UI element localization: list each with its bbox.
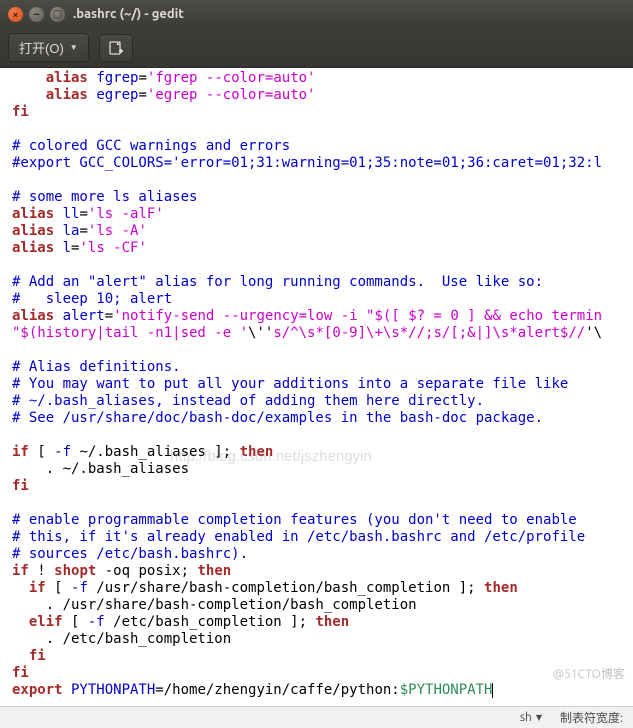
text: . /etc/bash_completion: [12, 631, 231, 647]
keyword: fi: [12, 104, 29, 120]
keyword: then: [197, 563, 231, 579]
string: 'notify-send --urgency=low -i "$([ $? = …: [113, 308, 602, 324]
comment: # sources /etc/bash.bashrc).: [12, 546, 248, 562]
text: '\: [585, 325, 602, 341]
keyword: fi: [12, 648, 46, 664]
text: =/home/zhengyin/caffe/python:: [155, 682, 399, 698]
text: !: [29, 563, 54, 579]
keyword: if: [12, 444, 29, 460]
identifier: egrep: [96, 87, 138, 103]
flag: -f: [54, 444, 71, 460]
text: ~/.bash_aliases ];: [71, 444, 240, 460]
comment: # this, if it's already enabled in /etc/…: [12, 529, 585, 545]
comment: # Add an "alert" alias for long running …: [12, 274, 543, 290]
status-language[interactable]: sh ▼: [520, 711, 542, 724]
keyword: then: [240, 444, 274, 460]
minimize-icon[interactable]: ‒: [29, 7, 44, 22]
text: . /usr/share/bash-completion/bash_comple…: [12, 597, 417, 613]
identifier: PYTHONPATH: [63, 682, 156, 698]
keyword: elif: [12, 614, 63, 630]
text: [: [46, 580, 71, 596]
text: /usr/share/bash-completion/bash_completi…: [88, 580, 484, 596]
window-controls: × ‒ □: [8, 7, 65, 22]
variable: $PYTHONPATH: [400, 682, 493, 698]
builtin: shopt: [54, 563, 96, 579]
string: 'ls -A': [88, 223, 147, 239]
comment: # Alias definitions.: [12, 359, 181, 375]
string: 'egrep --color=auto': [147, 87, 316, 103]
editor-area[interactable]: http://blog.csdn.net/jszhengyin alias fg…: [0, 68, 633, 706]
keyword: alias: [12, 240, 54, 256]
keyword: alias: [12, 223, 54, 239]
open-button-label: 打开(O): [19, 38, 64, 57]
keyword: then: [484, 580, 518, 596]
keyword: export: [12, 682, 63, 698]
comment: # ~/.bash_aliases, instead of adding the…: [12, 393, 484, 409]
keyword: fi: [12, 665, 29, 681]
comment: # You may want to put all your additions…: [12, 376, 568, 392]
new-tab-icon: [108, 40, 124, 56]
keyword: if: [12, 580, 46, 596]
toolbar: 打开(O) ▼: [0, 28, 633, 68]
identifier: fgrep: [96, 70, 138, 86]
status-bar: sh ▼ 制表符宽度:: [0, 706, 633, 728]
identifier: ll: [63, 206, 80, 222]
code-editor[interactable]: alias fgrep='fgrep --color=auto' alias e…: [0, 68, 633, 701]
keyword: alias: [46, 70, 88, 86]
keyword: alias: [46, 87, 88, 103]
text: /etc/bash_completion ];: [105, 614, 316, 630]
close-icon[interactable]: ×: [8, 7, 23, 22]
text: \'': [248, 325, 273, 341]
text: [: [63, 614, 88, 630]
flag: -f: [71, 580, 88, 596]
text-cursor: [492, 683, 493, 698]
comment: # colored GCC warnings and errors: [12, 138, 290, 154]
status-language-label: sh: [520, 711, 532, 724]
maximize-icon[interactable]: □: [50, 7, 65, 22]
window-title: .bashrc (~/) - gedit: [73, 7, 184, 21]
keyword: alias: [12, 206, 54, 222]
text: -oq posix;: [96, 563, 197, 579]
text: . ~/.bash_aliases: [12, 461, 189, 477]
chevron-down-icon: ▼: [536, 713, 542, 722]
keyword: then: [315, 614, 349, 630]
keyword: if: [12, 563, 29, 579]
comment: # See /usr/share/doc/bash-doc/examples i…: [12, 410, 543, 426]
identifier: alert: [63, 308, 105, 324]
string: 'ls -alF': [88, 206, 164, 222]
new-document-button[interactable]: [99, 34, 133, 62]
open-button[interactable]: 打开(O) ▼: [8, 33, 89, 62]
string: s/^\s*[0-9]\+\s*//;s/[;&|]\s*alert$//: [273, 325, 585, 341]
comment: # enable programmable completion feature…: [12, 512, 577, 528]
comment: # some more ls aliases: [12, 189, 197, 205]
text: [: [29, 444, 54, 460]
comment: # sleep 10; alert: [12, 291, 172, 307]
string: 'fgrep --color=auto': [147, 70, 316, 86]
identifier: la: [63, 223, 80, 239]
chevron-down-icon: ▼: [70, 43, 78, 52]
bottom-watermark: @51CTO博客: [553, 665, 625, 682]
string: "$(history|tail -n1|sed -e ': [12, 325, 248, 341]
status-tab-width-label: 制表符宽度:: [560, 709, 623, 726]
identifier: l: [63, 240, 71, 256]
keyword: fi: [12, 478, 29, 494]
keyword: alias: [12, 308, 54, 324]
flag: -f: [88, 614, 105, 630]
status-tab-width[interactable]: 制表符宽度:: [560, 709, 623, 726]
window-titlebar: × ‒ □ .bashrc (~/) - gedit: [0, 0, 633, 28]
string: 'ls -CF': [79, 240, 146, 256]
comment: #export GCC_COLORS='error=01;31:warning=…: [12, 155, 602, 171]
